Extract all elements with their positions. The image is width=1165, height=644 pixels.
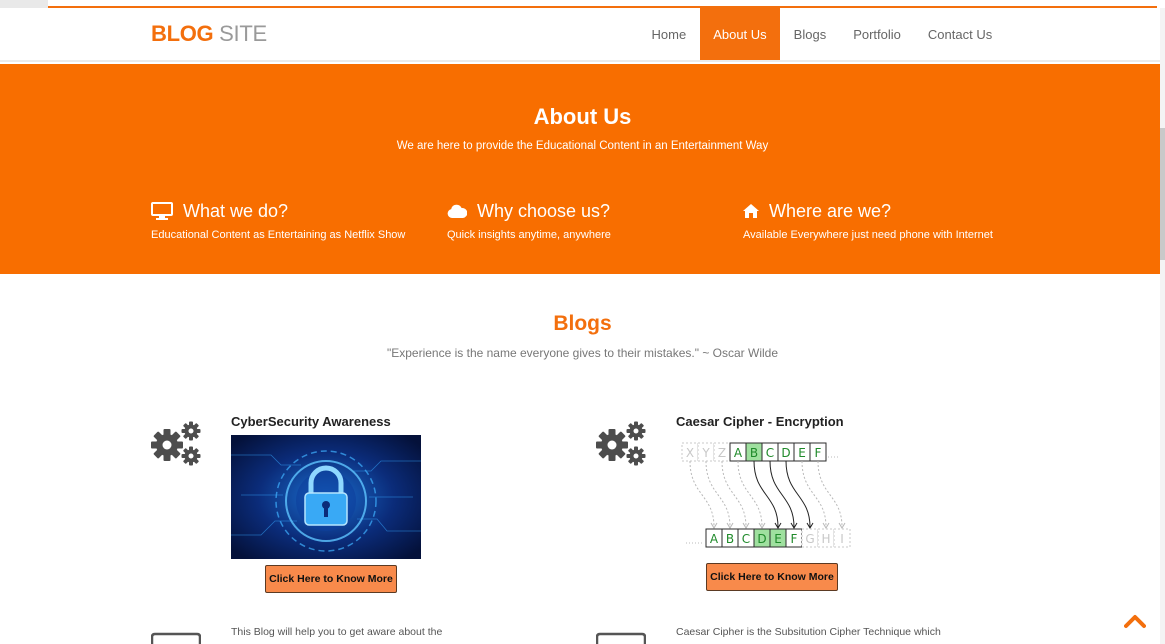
shift-arrow [705, 460, 731, 528]
shift-arrow [801, 460, 827, 528]
shift-arrow [785, 460, 811, 528]
site-header: BLOG SITE Home About Us Blogs Portfolio … [0, 8, 1160, 62]
nav-about-us[interactable]: About Us [699, 8, 781, 60]
blogs-title: Blogs [553, 312, 612, 335]
main-nav: Home About Us Blogs Portfolio Contact Us [638, 8, 1006, 60]
scroll-to-top-icon[interactable] [1124, 613, 1146, 629]
nav-blogs[interactable]: Blogs [780, 8, 840, 60]
caesar-cipher-diagram[interactable]: XYZABCDEF ABCDEFGHI [680, 437, 856, 553]
shift-arrow [817, 460, 843, 528]
cybersecurity-lock-image[interactable] [231, 435, 421, 559]
about-title: About Us [533, 104, 632, 129]
monitor-icon [151, 202, 173, 220]
window-corner [0, 0, 48, 8]
feature-desc: Educational Content as Entertaining as N… [151, 229, 406, 241]
feature-what-we-do: What we do? Educational Content as Enter… [151, 200, 405, 241]
know-more-button-cybersecurity[interactable]: Click Here to Know More [265, 565, 397, 593]
shift-arrow [737, 460, 763, 528]
cipher-letter: G [805, 532, 814, 546]
cipher-letter: A [710, 532, 719, 546]
cipher-letter: H [821, 532, 830, 546]
cipher-letter: F [791, 532, 798, 546]
about-section: About Us We are here to provide the Educ… [0, 64, 1160, 274]
feature-desc: Available Everywhere just need phone wit… [743, 229, 993, 241]
feature-where-are-we: Where are we? Available Everywhere just … [743, 200, 993, 241]
plain-letter: F [815, 446, 822, 460]
home-icon [743, 204, 759, 218]
shift-arrow [689, 460, 715, 528]
post-title-cybersecurity[interactable]: CyberSecurity Awareness [231, 414, 391, 429]
cipher-letter: E [774, 532, 782, 546]
cipher-letter: I [840, 532, 844, 546]
shift-arrow [769, 460, 795, 528]
logo-bold: BLOG [151, 21, 214, 46]
post-desc-caesar-cipher: Caesar Cipher is the Subsitution Cipher … [676, 626, 941, 638]
plain-letter: D [781, 446, 790, 460]
know-more-button-caesar-cipher[interactable]: Click Here to Know More [706, 563, 838, 591]
site-logo[interactable]: BLOG SITE [151, 21, 267, 47]
about-subtitle: We are here to provide the Educational C… [396, 140, 769, 152]
monitor-icon [596, 632, 646, 644]
post-desc-cybersecurity: This Blog will help you to get aware abo… [231, 626, 443, 638]
feature-title: Where are we? [769, 200, 892, 221]
post-title-caesar-cipher[interactable]: Caesar Cipher - Encryption [676, 414, 844, 429]
plain-letter: E [798, 446, 806, 460]
plain-letter: X [686, 446, 694, 460]
nav-portfolio[interactable]: Portfolio [840, 8, 915, 60]
gears-icon [596, 421, 646, 466]
blogs-quote: "Experience is the name everyone gives t… [386, 346, 779, 360]
plain-letter: B [750, 446, 758, 460]
cipher-letter: B [726, 532, 734, 546]
cipher-letter: C [742, 532, 750, 546]
plain-letter: Z [718, 446, 726, 460]
shift-arrow [721, 460, 747, 528]
plain-letter: Y [701, 446, 710, 460]
plain-letter: A [734, 446, 743, 460]
feature-desc: Quick insights anytime, anywhere [447, 229, 611, 241]
logo-light: SITE [213, 21, 267, 46]
feature-title: Why choose us? [477, 200, 611, 221]
feature-why-choose-us: Why choose us? Quick insights anytime, a… [447, 200, 611, 242]
cloud-icon [447, 204, 467, 218]
monitor-icon [151, 632, 201, 644]
nav-contact-us[interactable]: Contact Us [914, 8, 1005, 60]
gears-icon [151, 421, 201, 466]
shift-arrow [753, 460, 779, 528]
plain-letter: C [766, 446, 774, 460]
top-strip [0, 0, 1165, 8]
cipher-letter: D [757, 532, 766, 546]
feature-title: What we do? [183, 200, 289, 221]
nav-home[interactable]: Home [638, 8, 700, 60]
